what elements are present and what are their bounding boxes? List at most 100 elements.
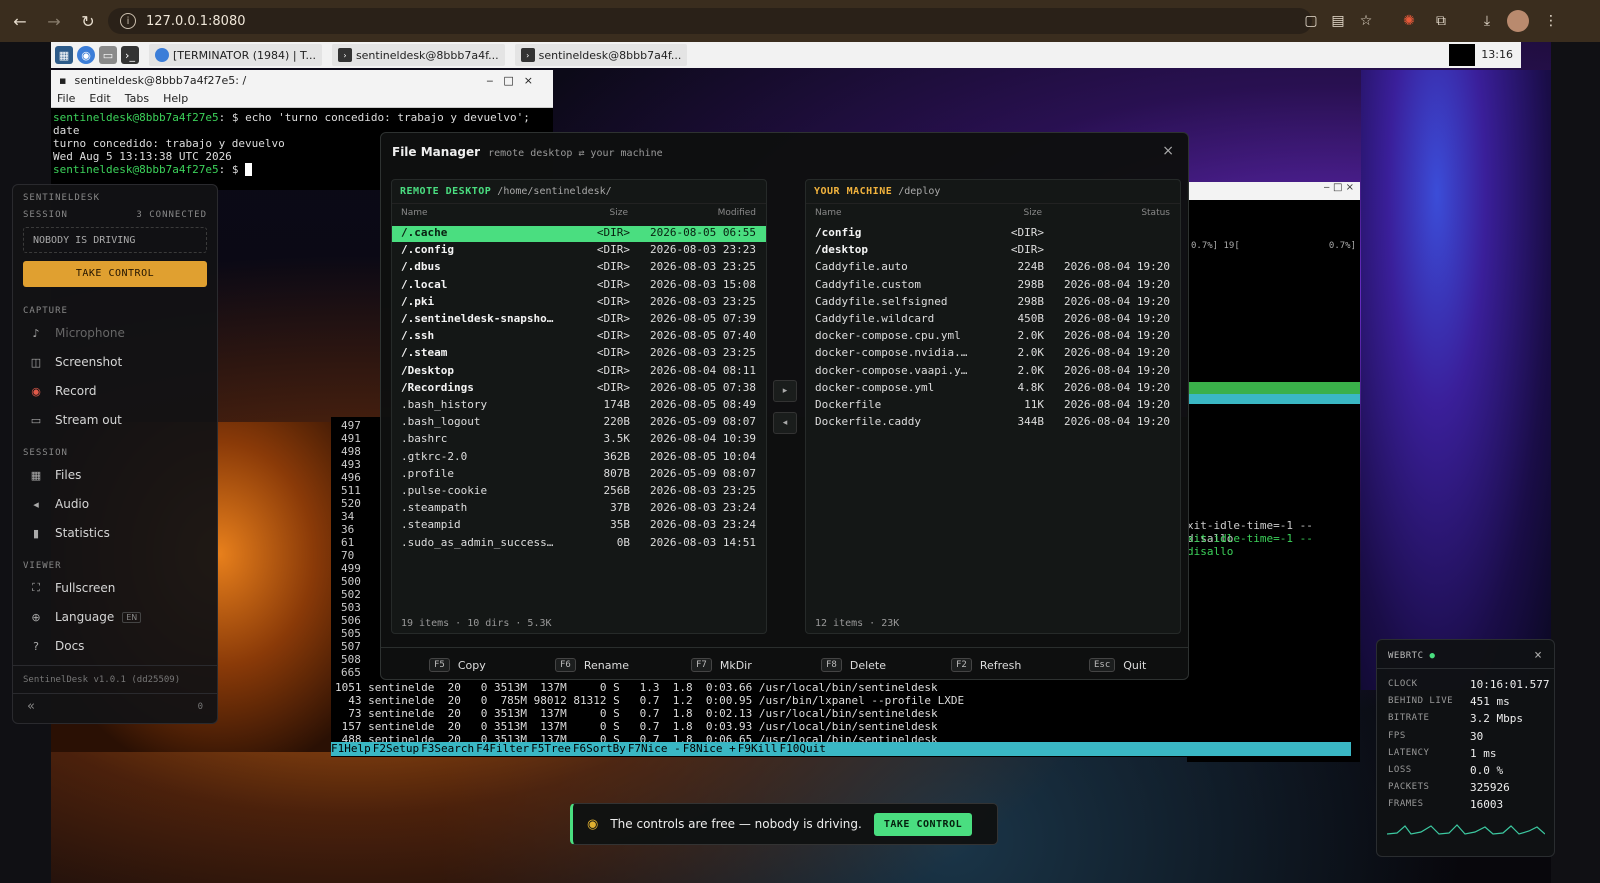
file-row[interactable]: Dockerfile.caddy 344B 2026-08-04 19:20 [806,415,1180,431]
file-row[interactable]: /Desktop <DIR> 2026-08-04 08:11 [392,364,766,380]
terminal-launcher-icon[interactable]: ›_ [121,46,139,64]
controls-free-banner: ◉ The controls are free — nobody is driv… [570,803,998,845]
file-row[interactable]: docker-compose.cpu.yml 2.0K 2026-08-04 19:… [806,329,1180,345]
file-row[interactable]: Caddyfile.selfsigned 298B 2026-08-04 19:20 [806,295,1180,311]
start-menu-icon[interactable]: ▦ [55,46,73,64]
extensions-puzzle-icon[interactable]: ⧉ [1430,10,1452,32]
htop-row[interactable]: 1051 sentinelde 20 0 3513M 137M 0 S 1.3 … [335,681,938,694]
file-row[interactable]: /.local <DIR> 2026-08-03 15:08 [392,278,766,294]
taskbar-task-browser[interactable]: [TERMINATOR (1984) | T... [149,44,322,66]
htop-fkey[interactable]: F6SortBy [573,742,628,756]
file-row[interactable]: .bash_logout 220B 2026-05-09 08:07 [392,415,766,431]
fkey-mkdir[interactable]: F7 MkDir [691,658,752,672]
htop-fkey[interactable]: F9Kill [738,742,780,756]
file-row[interactable]: .bashrc 3.5K 2026-08-04 10:39 [392,432,766,448]
htop-fkey[interactable]: F3Search [421,742,476,756]
file-row[interactable]: Caddyfile.wildcard 450B 2026-08-04 19:20 [806,312,1180,328]
htop-fkey[interactable]: F2Setup [373,742,421,756]
extension-spark-icon[interactable]: ✺ [1398,10,1420,32]
file-row[interactable]: /.config <DIR> 2026-08-03 23:23 [392,243,766,259]
file-manager-launcher-icon[interactable]: ▭ [99,46,117,64]
copy-left-arrow-button[interactable]: ◂ [773,412,797,434]
webrtc-title: WEBRTC ● [1388,651,1436,661]
collapse-sidebar-icon[interactable]: « [27,699,35,714]
htop-row[interactable]: 43 sentinelde 20 0 785M 98012 81312 S 0.… [335,694,964,707]
taskbar-task-terminal-2[interactable]: › sentineldesk@8bbb7a4f... [514,44,688,66]
browser-launcher-icon[interactable]: ◉ [77,46,95,64]
menu-tabs[interactable]: Tabs [125,92,149,105]
menu-kebab-icon[interactable]: ⋮ [1540,10,1562,32]
file-row[interactable]: .gtkrc-2.0 362B 2026-08-05 10:04 [392,450,766,466]
file-row[interactable]: /.cache <DIR> 2026-08-05 06:55 [392,226,766,242]
take-control-button[interactable]: TAKE CONTROL [23,261,207,287]
reload-icon[interactable]: ↻ [74,7,102,35]
file-row[interactable]: /.pki <DIR> 2026-08-03 23:25 [392,295,766,311]
fkey-delete[interactable]: F8 Delete [821,658,886,672]
address-bar[interactable]: i 127.0.0.1:8080 [108,8,1312,34]
file-row[interactable]: .steampid 35B 2026-08-03 23:24 [392,518,766,534]
file-row[interactable]: .pulse-cookie 256B 2026-08-03 23:25 [392,484,766,500]
screenshot-item[interactable]: ◫ Screenshot [29,355,122,369]
files-item[interactable]: ▦ Files [29,468,82,482]
htop-fkey[interactable]: F1Help [331,742,373,756]
menu-file[interactable]: File [57,92,75,105]
file-row[interactable]: /.dbus <DIR> 2026-08-03 23:25 [392,260,766,276]
banner-take-control-button[interactable]: TAKE CONTROL [873,812,973,836]
file-row[interactable]: /.ssh <DIR> 2026-08-05 07:40 [392,329,766,345]
webrtc-close-button[interactable]: × [1534,648,1542,663]
file-row[interactable]: .profile 807B 2026-05-09 08:07 [392,467,766,483]
download-icon[interactable]: ⤓ [1476,10,1498,32]
file-row[interactable]: /.steam <DIR> 2026-08-03 23:25 [392,346,766,362]
docs-item[interactable]: ? Docs [29,639,84,653]
file-row[interactable]: Dockerfile 11K 2026-08-04 19:20 [806,398,1180,414]
htop-row[interactable]: 73 sentinelde 20 0 3513M 137M 0 S 0.7 1.… [335,707,937,720]
htop-fkey[interactable]: F8Nice + [683,742,738,756]
window-controls[interactable]: ‒□× [486,74,543,87]
profile-avatar[interactable] [1507,10,1529,32]
file-row[interactable]: docker-compose.nvidia.… 2.0K 2026-08-04 19… [806,346,1180,362]
htop-fkey[interactable]: F10Quit [780,742,828,756]
fkey-copy[interactable]: F5 Copy [429,658,486,672]
file-row[interactable]: Caddyfile.auto 224B 2026-08-04 19:20 [806,260,1180,276]
language-item[interactable]: ⊕ Language EN [29,610,142,624]
file-row[interactable]: docker-compose.yml 4.8K 2026-08-04 19:20 [806,381,1180,397]
statistics-item[interactable]: ▮ Statistics [29,526,110,540]
file-row[interactable]: Caddyfile.custom 298B 2026-08-04 19:20 [806,278,1180,294]
page-icon[interactable]: ▤ [1327,10,1349,32]
bookmark-star-icon[interactable]: ☆ [1355,10,1377,32]
file-row[interactable]: /config <DIR> [806,226,1180,242]
file-row[interactable]: .bash_history 174B 2026-08-05 08:49 [392,398,766,414]
fullscreen-item[interactable]: ⛶ Fullscreen [29,581,115,595]
fkey-refresh[interactable]: F2 Refresh [951,658,1021,672]
file-row[interactable]: .sudo_as_admin_success… 0B 2026-08-03 14:5… [392,536,766,552]
htop-fkey[interactable]: F7Nice - [628,742,683,756]
clipboard-icon[interactable]: ▢ [1300,10,1322,32]
fkey-rename[interactable]: F6 Rename [555,658,629,672]
microphone-item[interactable]: ♪ Microphone [29,326,124,340]
site-info-icon[interactable]: i [120,13,136,29]
file-row[interactable]: /Recordings <DIR> 2026-08-05 07:38 [392,381,766,397]
file-row[interactable]: docker-compose.vaapi.y… 2.0K 2026-08-04 19… [806,364,1180,380]
window-controls[interactable]: ‒ □ × [1187,182,1360,200]
file-row[interactable]: /desktop <DIR> [806,243,1180,259]
driver-status: NOBODY IS DRIVING [23,227,207,253]
file-row[interactable]: /.sentineldesk-snapsho… <DIR> 2026-08-05 0… [392,312,766,328]
remote-pane[interactable]: REMOTE DESKTOP/home/sentineldesk/ Name S… [391,179,767,634]
menu-edit[interactable]: Edit [89,92,110,105]
record-item[interactable]: ◉ Record [29,384,96,398]
copy-right-arrow-button[interactable]: ▸ [773,380,797,402]
htop-fkey[interactable]: F4Filter [476,742,531,756]
menu-help[interactable]: Help [163,92,188,105]
htop-fkey[interactable]: F5Tree [531,742,573,756]
local-pane[interactable]: YOUR MACHINE/deploy Name Size Status /co… [805,179,1181,634]
htop-row[interactable]: 157 sentinelde 20 0 3513M 137M 0 S 0.7 1… [335,720,938,733]
audio-item[interactable]: ◂ Audio [29,497,89,511]
htop-function-bar[interactable]: F1Help F2Setup F3Search F4Filter F5Tree F6Sor… [331,742,1351,756]
file-row[interactable]: .steampath 37B 2026-08-03 23:24 [392,501,766,517]
fm-close-button[interactable]: × [1162,143,1174,159]
back-icon[interactable]: ← [6,7,34,35]
stream-out-item[interactable]: ▭ Stream out [29,413,122,427]
taskbar-task-terminal-1[interactable]: › sentineldesk@8bbb7a4f... [331,44,505,66]
forward-icon[interactable]: → [40,7,68,35]
fkey-quit[interactable]: Esc Quit [1089,658,1146,672]
